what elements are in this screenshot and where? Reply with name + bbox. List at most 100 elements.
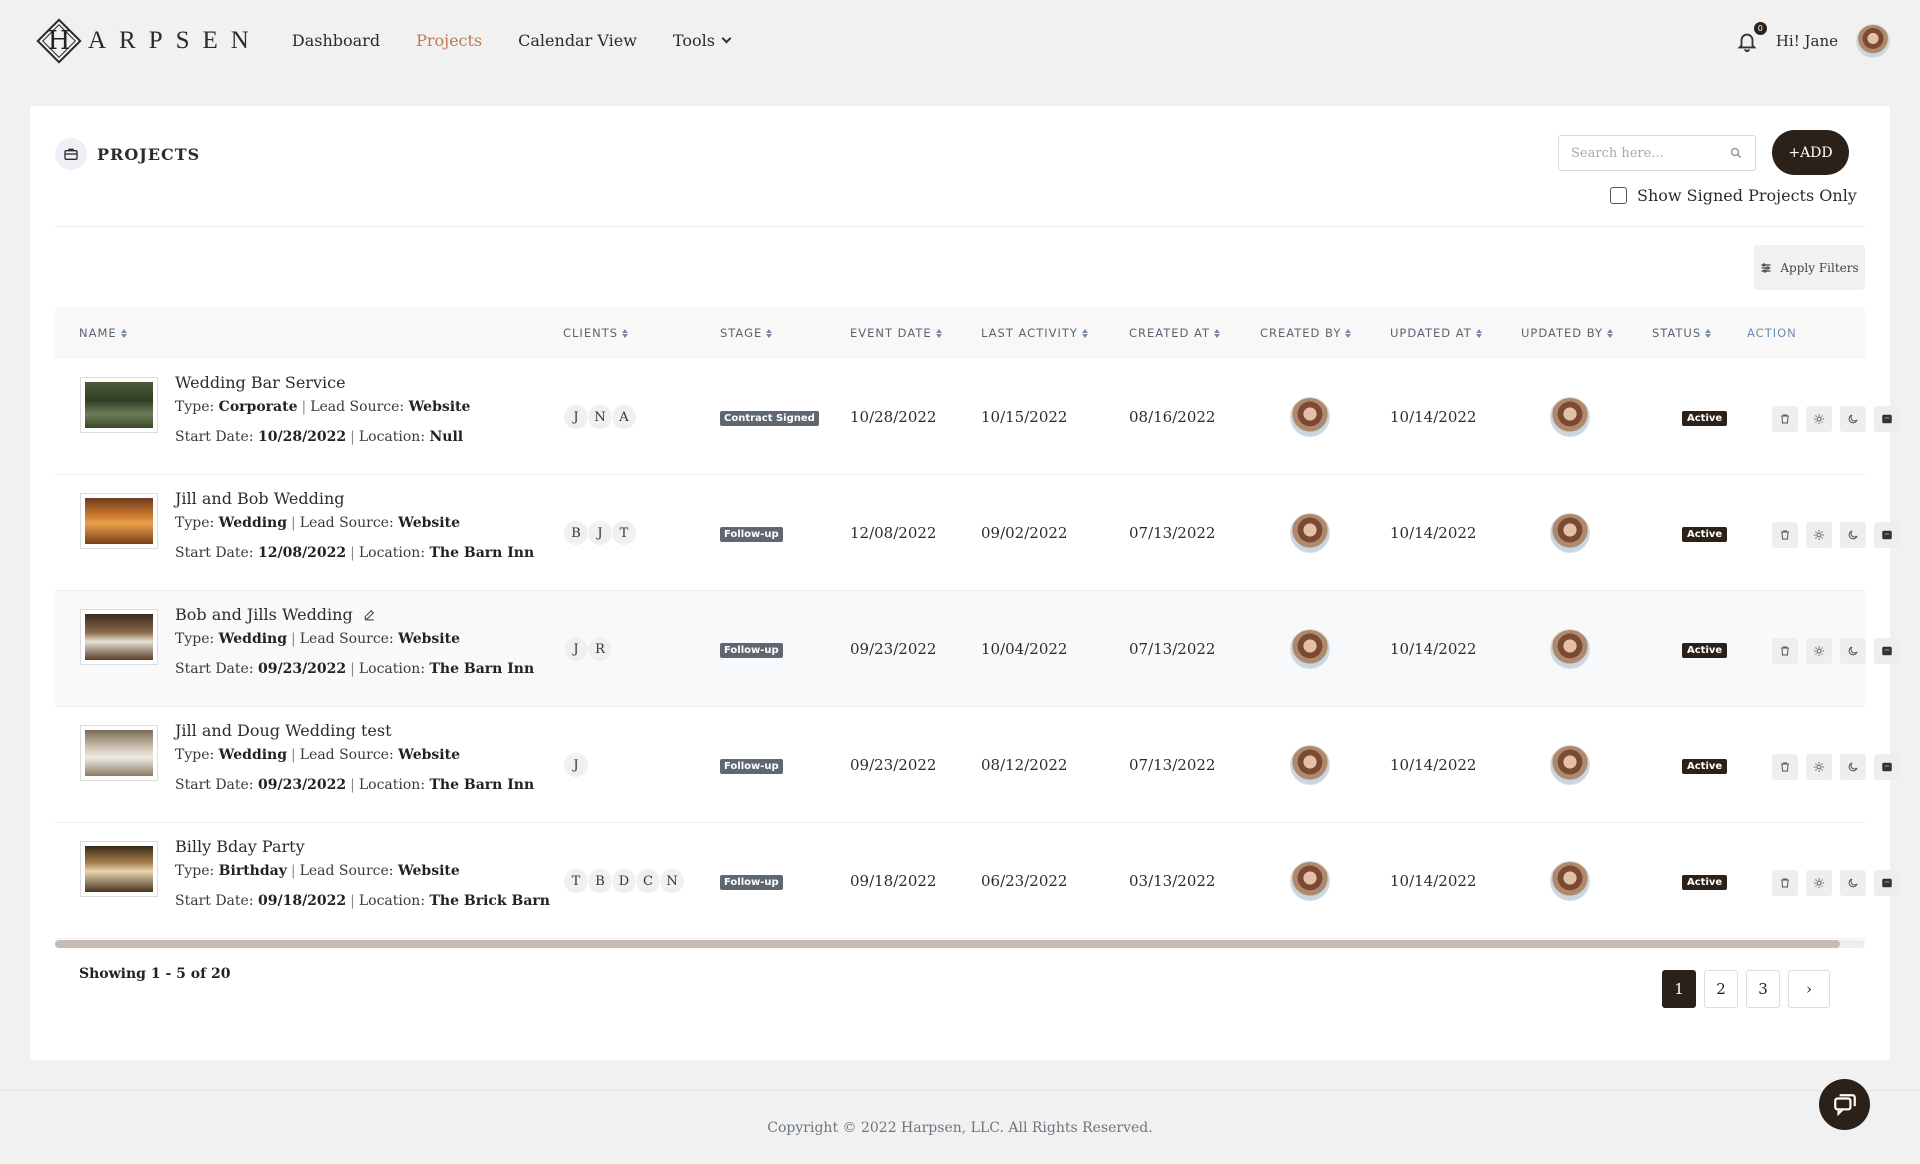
updated-by-avatar[interactable] <box>1550 745 1590 785</box>
client-avatar[interactable]: T <box>611 520 637 546</box>
moon-button[interactable] <box>1840 638 1866 664</box>
table-row[interactable]: Jill and Bob Wedding Type: Wedding | Lead … <box>55 475 1900 591</box>
horizontal-scrollbar[interactable] <box>55 940 1865 948</box>
trash-button[interactable] <box>1772 754 1798 780</box>
archive-button[interactable] <box>1874 870 1900 896</box>
col-last-activity[interactable]: LAST ACTIVITY <box>981 307 1088 359</box>
start-date-label: Start Date: <box>175 429 254 445</box>
trash-icon <box>1779 529 1791 541</box>
updated-by-avatar[interactable] <box>1550 397 1590 437</box>
nav-tools-dropdown[interactable]: Tools <box>673 31 732 50</box>
project-thumbnail[interactable] <box>80 841 158 897</box>
project-lead-source: Website <box>398 747 460 763</box>
project-thumbnail[interactable] <box>80 377 158 433</box>
project-name[interactable]: Billy Bday Party <box>175 837 305 856</box>
created-by-avatar[interactable] <box>1290 861 1330 901</box>
apply-filters-button[interactable]: Apply Filters <box>1754 245 1865 290</box>
project-location: The Barn Inn <box>429 661 535 677</box>
project-name[interactable]: Bob and Jills Wedding <box>175 605 376 624</box>
sun-button[interactable] <box>1806 754 1832 780</box>
moon-button[interactable] <box>1840 522 1866 548</box>
trash-button[interactable] <box>1772 638 1798 664</box>
moon-button[interactable] <box>1840 406 1866 432</box>
client-avatar[interactable]: N <box>587 404 613 430</box>
client-avatar[interactable]: J <box>563 752 589 778</box>
page-1-button[interactable]: 1 <box>1662 970 1696 1008</box>
col-created-at[interactable]: CREATED AT <box>1129 307 1221 359</box>
col-status[interactable]: STATUS <box>1652 307 1712 359</box>
project-name[interactable]: Jill and Bob Wedding <box>175 489 345 508</box>
client-avatar[interactable]: B <box>563 520 589 546</box>
nav-calendar-view[interactable]: Calendar View <box>518 31 637 50</box>
harpsen-logo[interactable]: H ARPSEN <box>34 16 262 66</box>
created-by-avatar[interactable] <box>1290 629 1330 669</box>
created-by-avatar[interactable] <box>1290 745 1330 785</box>
client-avatar[interactable]: R <box>587 636 613 662</box>
notifications-button[interactable]: 0 <box>1736 21 1767 52</box>
client-avatar[interactable]: B <box>587 868 613 894</box>
project-name[interactable]: Jill and Doug Wedding test <box>175 721 392 740</box>
project-thumbnail[interactable] <box>80 609 158 665</box>
sun-button[interactable] <box>1806 870 1832 896</box>
col-updated-at[interactable]: UPDATED AT <box>1390 307 1482 359</box>
created-by-avatar[interactable] <box>1290 397 1330 437</box>
last-activity: 10/15/2022 <box>981 408 1068 426</box>
archive-button[interactable] <box>1874 638 1900 664</box>
archive-button[interactable] <box>1874 406 1900 432</box>
project-name[interactable]: Wedding Bar Service <box>175 373 346 392</box>
event-date: 09/23/2022 <box>850 756 937 774</box>
scrollbar-thumb[interactable] <box>55 940 1840 948</box>
client-avatar[interactable]: J <box>587 520 613 546</box>
archive-button[interactable] <box>1874 522 1900 548</box>
client-avatar[interactable]: J <box>563 404 589 430</box>
col-created-by[interactable]: CREATED BY <box>1260 307 1352 359</box>
add-project-button[interactable]: +ADD <box>1772 130 1849 175</box>
page-2-button[interactable]: 2 <box>1704 970 1738 1008</box>
trash-button[interactable] <box>1772 522 1798 548</box>
signed-projects-checkbox[interactable] <box>1610 187 1627 204</box>
col-event-date[interactable]: EVENT DATE <box>850 307 942 359</box>
trash-button[interactable] <box>1772 406 1798 432</box>
client-avatar[interactable]: T <box>563 868 589 894</box>
archive-button[interactable] <box>1874 754 1900 780</box>
col-updated-by[interactable]: UPDATED BY <box>1521 307 1614 359</box>
sun-button[interactable] <box>1806 406 1832 432</box>
edit-pencil-icon[interactable] <box>363 608 376 621</box>
client-avatar[interactable]: D <box>611 868 637 894</box>
project-thumbnail[interactable] <box>80 725 158 781</box>
updated-at: 10/14/2022 <box>1390 408 1477 426</box>
client-avatar[interactable]: J <box>563 636 589 662</box>
sort-icon <box>766 328 773 338</box>
client-avatar[interactable]: A <box>611 404 637 430</box>
next-page-button[interactable]: › <box>1788 970 1830 1008</box>
sun-button[interactable] <box>1806 522 1832 548</box>
client-avatar[interactable]: N <box>659 868 685 894</box>
chat-button[interactable] <box>1819 1079 1870 1130</box>
trash-button[interactable] <box>1772 870 1798 896</box>
nav-projects[interactable]: Projects <box>416 31 482 50</box>
updated-by-avatar[interactable] <box>1550 861 1590 901</box>
user-greeting[interactable]: Hi! Jane <box>1776 32 1838 50</box>
location-label: Location: <box>358 893 426 909</box>
sun-button[interactable] <box>1806 638 1832 664</box>
signed-projects-toggle[interactable]: Show Signed Projects Only <box>1610 186 1857 205</box>
moon-button[interactable] <box>1840 870 1866 896</box>
table-row[interactable]: Wedding Bar Service Type: Corporate | Lead… <box>55 359 1900 475</box>
updated-by-avatar[interactable] <box>1550 513 1590 553</box>
page-3-button[interactable]: 3 <box>1746 970 1780 1008</box>
table-row[interactable]: Bob and Jills Wedding Type: Wedding | Lead… <box>55 591 1900 707</box>
created-by-avatar[interactable] <box>1290 513 1330 553</box>
table-row[interactable]: Billy Bday Party Type: Birthday | Lead Sou… <box>55 823 1900 939</box>
client-avatar[interactable]: C <box>635 868 661 894</box>
col-stage[interactable]: STAGE <box>720 307 773 359</box>
table-row[interactable]: Jill and Doug Wedding test Type: Wedding… <box>55 707 1900 823</box>
col-clients[interactable]: CLIENTS <box>563 307 629 359</box>
col-name[interactable]: NAME <box>79 307 127 359</box>
project-thumbnail[interactable] <box>80 493 158 549</box>
nav-dashboard[interactable]: Dashboard <box>292 31 380 50</box>
created-at: 03/13/2022 <box>1129 872 1216 890</box>
search-input[interactable] <box>1558 135 1756 171</box>
user-avatar[interactable] <box>1856 23 1890 58</box>
updated-by-avatar[interactable] <box>1550 629 1590 669</box>
moon-button[interactable] <box>1840 754 1866 780</box>
